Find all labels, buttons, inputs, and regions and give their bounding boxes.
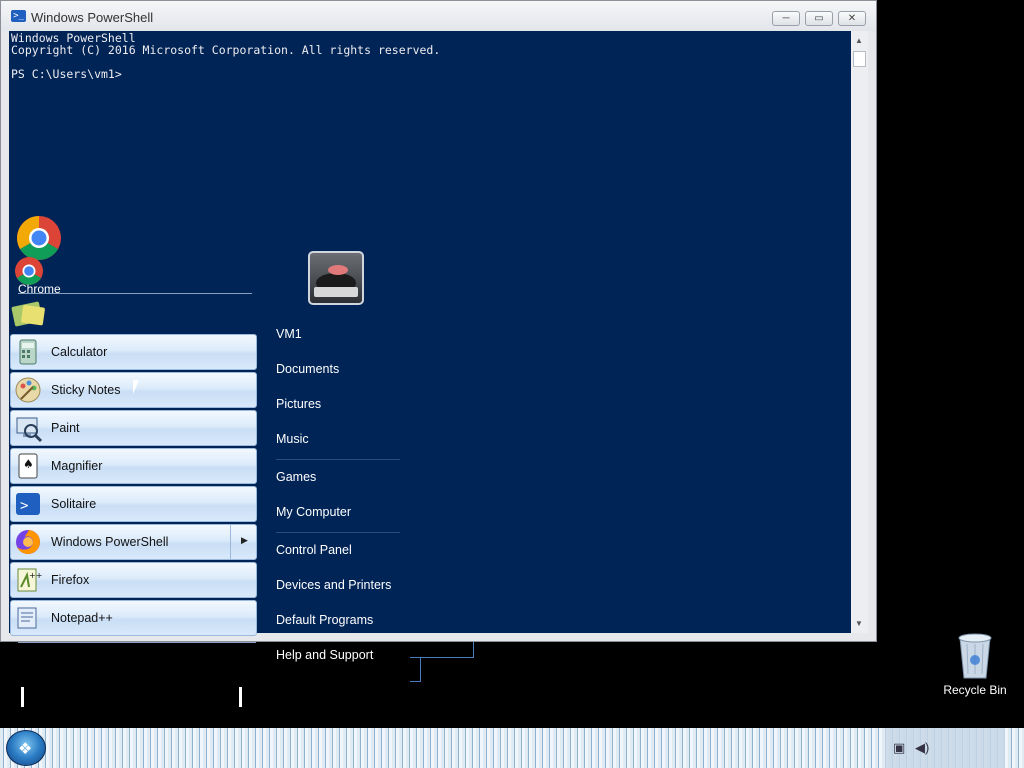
title-bar[interactable]: >_ Windows PowerShell ─ ▭ ✕ [1, 1, 876, 31]
link-control-panel[interactable]: Control Panel [276, 543, 352, 557]
link-devices-and-printers[interactable]: Devices and Printers [276, 578, 391, 592]
menu-divider [18, 642, 256, 643]
program-windows-powershell[interactable]: Windows PowerShell ▶ [10, 524, 257, 560]
program-label: Calculator [51, 345, 108, 359]
svg-text:>: > [20, 498, 28, 514]
close-button[interactable]: ✕ [838, 11, 866, 26]
console-line: Copyright (C) 2016 Microsoft Corporation… [11, 43, 441, 57]
close-icon: ✕ [847, 13, 857, 24]
scroll-down-icon[interactable]: ▼ [855, 619, 863, 628]
firefox-icon [16, 530, 40, 554]
solitaire-icon: > [16, 493, 40, 515]
link-help-and-support[interactable]: Help and Support [276, 648, 373, 662]
user-picture[interactable] [308, 251, 364, 305]
link-games[interactable]: Games [276, 470, 316, 484]
program-label: Firefox [51, 573, 90, 587]
minimize-button[interactable]: ─ [772, 11, 800, 26]
program-label: Paint [51, 421, 80, 435]
calculator-icon [19, 339, 37, 365]
program-magnifier[interactable]: ♠ Magnifier [10, 448, 257, 484]
link-vm1[interactable]: VM1 [276, 327, 302, 341]
search-box-edge [21, 687, 24, 707]
menu-divider [410, 681, 421, 682]
notepad-plus-plus-icon: ++ [17, 568, 42, 592]
program-label: Solitaire [51, 497, 97, 511]
menu-divider [276, 459, 400, 460]
sticky-notes-icon [15, 377, 41, 403]
network-icon[interactable]: ▣ [893, 740, 905, 756]
program-label: Windows PowerShell [51, 535, 169, 549]
link-pictures[interactable]: Pictures [276, 397, 321, 411]
menu-divider [276, 532, 400, 533]
windows-logo-icon: ❖ [18, 741, 33, 758]
taskbar: ❖ ▣ ◀) [0, 728, 1024, 768]
program-calculator[interactable]: Calculator [10, 334, 257, 370]
program-label: Sticky Notes [51, 383, 121, 397]
chevron-right-icon: ▶ [241, 535, 248, 545]
link-documents[interactable]: Documents [276, 362, 339, 376]
mouse-cursor [133, 380, 145, 394]
desktop: >_ Windows PowerShell ─ ▭ ✕ Windows Powe… [0, 0, 1024, 768]
turntable-icon [314, 265, 358, 297]
search-box-edge [239, 687, 242, 707]
shutdown-button-outline[interactable] [410, 642, 474, 658]
volume-icon[interactable]: ◀) [915, 740, 929, 756]
link-my-computer[interactable]: My Computer [276, 505, 351, 519]
scroll-up-icon[interactable]: ▲ [855, 36, 863, 45]
start-menu-pinned [10, 212, 260, 330]
recycle-bin-icon [958, 633, 992, 679]
window-title: Windows PowerShell [31, 10, 154, 25]
program-solitaire[interactable]: > Solitaire [10, 486, 257, 522]
submenu-arrow-button[interactable]: ▶ [230, 525, 256, 559]
minimize-icon: ─ [782, 13, 790, 24]
maximize-icon: ▭ [814, 13, 824, 24]
notepad-icon [17, 607, 37, 629]
maximize-button[interactable]: ▭ [805, 11, 833, 26]
program-paint[interactable]: Paint [10, 410, 257, 446]
program-firefox[interactable]: ++ Firefox [10, 562, 257, 598]
menu-divider [18, 293, 252, 294]
link-default-programs[interactable]: Default Programs [276, 613, 373, 627]
paint-icon [16, 417, 43, 443]
svg-text:++: ++ [29, 571, 42, 580]
vertical-scrollbar[interactable]: ▲ ▼ [851, 31, 868, 633]
program-label: Magnifier [51, 459, 103, 473]
recycle-bin[interactable]: Recycle Bin [940, 630, 1010, 700]
magnifier-icon: ♠ [18, 453, 38, 479]
powershell-icon: >_ [11, 10, 26, 22]
chrome-icon[interactable] [10, 212, 260, 330]
svg-text:♠: ♠ [23, 457, 34, 471]
system-tray: ▣ ◀) [885, 728, 1005, 768]
recycle-bin-label: Recycle Bin [943, 683, 1007, 697]
menu-divider [420, 658, 421, 682]
start-button[interactable]: ❖ [6, 730, 46, 766]
program-notepad-plus-plus[interactable]: Notepad++ [10, 600, 257, 636]
scroll-thumb[interactable] [853, 51, 866, 67]
link-music[interactable]: Music [276, 432, 309, 446]
console-prompt: PS C:\Users\vm1> [11, 67, 122, 81]
program-label: Notepad++ [51, 611, 113, 625]
